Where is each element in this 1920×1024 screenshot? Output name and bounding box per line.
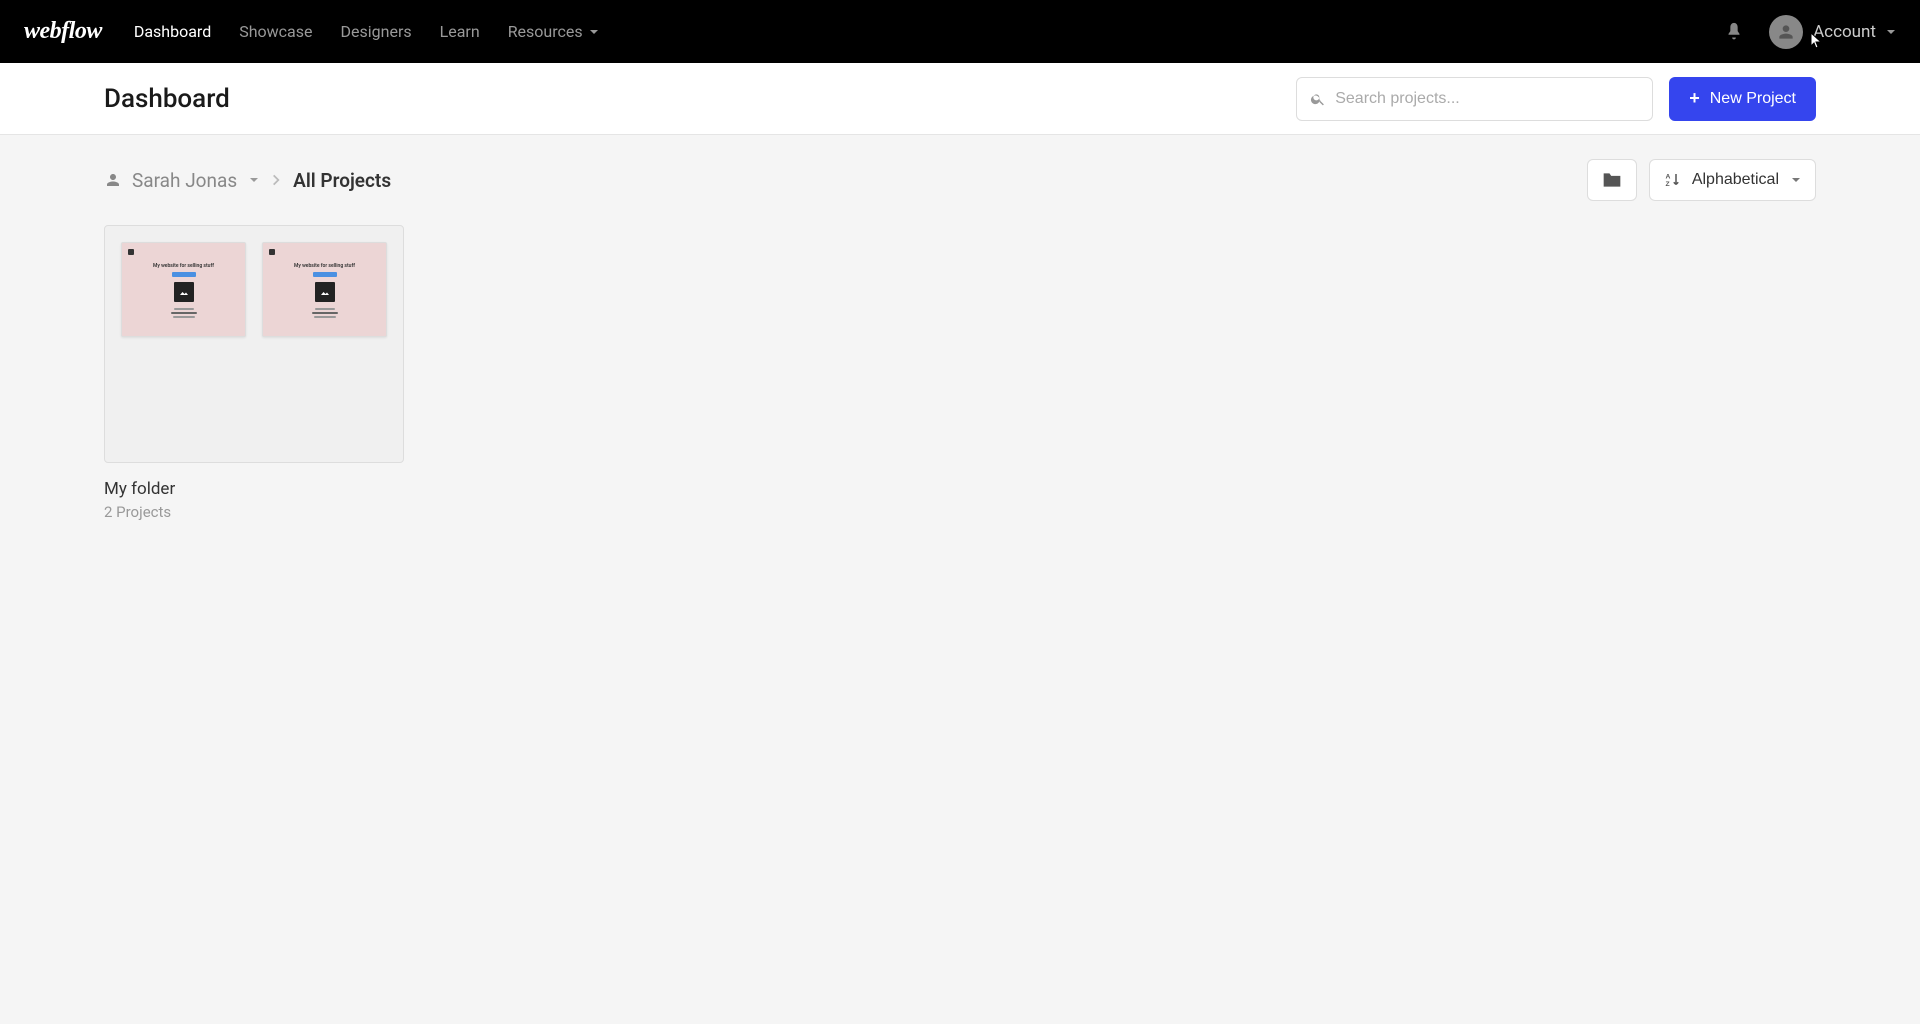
breadcrumb: Sarah Jonas All Projects (104, 169, 391, 192)
avatar (1769, 15, 1803, 49)
nav-link-dashboard[interactable]: Dashboard (134, 22, 211, 41)
nav-link-resources[interactable]: Resources (508, 22, 599, 41)
mini-line (314, 316, 336, 318)
caret-down-icon (1791, 175, 1801, 185)
sub-header: Dashboard + New Project (0, 63, 1920, 135)
search-icon (1310, 91, 1326, 107)
image-icon (319, 286, 331, 298)
notifications-icon[interactable] (1723, 21, 1745, 43)
folder-thumbnail: My website for selling stuff My website … (104, 225, 404, 463)
mini-thumb-image (315, 282, 335, 302)
project-thumb: My website for selling stuff (262, 242, 387, 337)
user-icon (104, 171, 122, 189)
mini-thumb-header (128, 249, 239, 255)
account-menu[interactable]: Account (1769, 15, 1896, 49)
nav-link-label: Resources (508, 22, 583, 41)
nav-right: Account (1723, 15, 1896, 49)
mini-line (315, 308, 335, 310)
toolbar-right: A Z Alphabetical (1587, 159, 1816, 201)
folder-name: My folder (104, 479, 404, 499)
search-input[interactable] (1296, 77, 1653, 121)
sort-button[interactable]: A Z Alphabetical (1649, 159, 1816, 201)
avatar-icon (1776, 22, 1796, 42)
chevron-right-icon (269, 173, 283, 187)
nav-link-label: Designers (341, 22, 412, 41)
mini-thumb-bar (313, 272, 337, 277)
sort-alpha-icon: A Z (1664, 171, 1682, 189)
new-project-button[interactable]: + New Project (1669, 77, 1816, 121)
chevron-down-icon (589, 27, 599, 37)
mini-thumb-header (269, 249, 380, 255)
mini-thumb-title: My website for selling stuff (294, 263, 355, 269)
nav-link-showcase[interactable]: Showcase (239, 22, 312, 41)
nav-link-label: Learn (440, 22, 480, 41)
breadcrumb-user-name: Sarah Jonas (132, 169, 237, 192)
folder-card[interactable]: My website for selling stuff My website … (104, 225, 404, 521)
new-folder-button[interactable] (1587, 159, 1637, 201)
mini-line (173, 316, 195, 318)
mini-line (171, 312, 197, 314)
mini-line (312, 312, 338, 314)
mini-thumb-image (174, 282, 194, 302)
caret-down-icon (249, 175, 259, 185)
breadcrumb-current: All Projects (293, 169, 391, 192)
folder-meta: 2 Projects (104, 503, 404, 521)
mini-thumb-lines (171, 308, 197, 318)
nav-link-designers[interactable]: Designers (341, 22, 412, 41)
svg-text:A: A (1665, 174, 1670, 181)
search-box (1296, 77, 1653, 121)
mini-dot-icon (269, 249, 275, 255)
mini-thumb-lines (312, 308, 338, 318)
nav-left: webflow Dashboard Showcase Designers Lea… (24, 18, 599, 45)
mini-thumb-title: My website for selling stuff (153, 263, 214, 269)
top-nav: webflow Dashboard Showcase Designers Lea… (0, 0, 1920, 63)
nav-link-learn[interactable]: Learn (440, 22, 480, 41)
logo[interactable]: webflow (24, 18, 102, 45)
new-project-label: New Project (1710, 90, 1796, 108)
chevron-down-icon (1886, 27, 1896, 37)
page-title: Dashboard (104, 84, 230, 114)
account-label: Account (1813, 22, 1876, 42)
nav-link-label: Dashboard (134, 22, 211, 41)
plus-icon: + (1689, 88, 1700, 109)
nav-link-label: Showcase (239, 22, 312, 41)
breadcrumb-user[interactable]: Sarah Jonas (104, 169, 259, 192)
mini-thumb-bar (172, 272, 196, 277)
sub-header-right: + New Project (1296, 77, 1816, 121)
image-icon (178, 286, 190, 298)
mini-dot-icon (128, 249, 134, 255)
folder-plus-icon (1602, 171, 1622, 189)
sort-label: Alphabetical (1692, 171, 1779, 189)
content-area: My website for selling stuff My website … (0, 225, 1920, 521)
mini-line (174, 308, 194, 310)
toolbar-row: Sarah Jonas All Projects A Z Alphabetica… (0, 135, 1920, 225)
project-thumb: My website for selling stuff (121, 242, 246, 337)
svg-text:Z: Z (1665, 181, 1669, 188)
